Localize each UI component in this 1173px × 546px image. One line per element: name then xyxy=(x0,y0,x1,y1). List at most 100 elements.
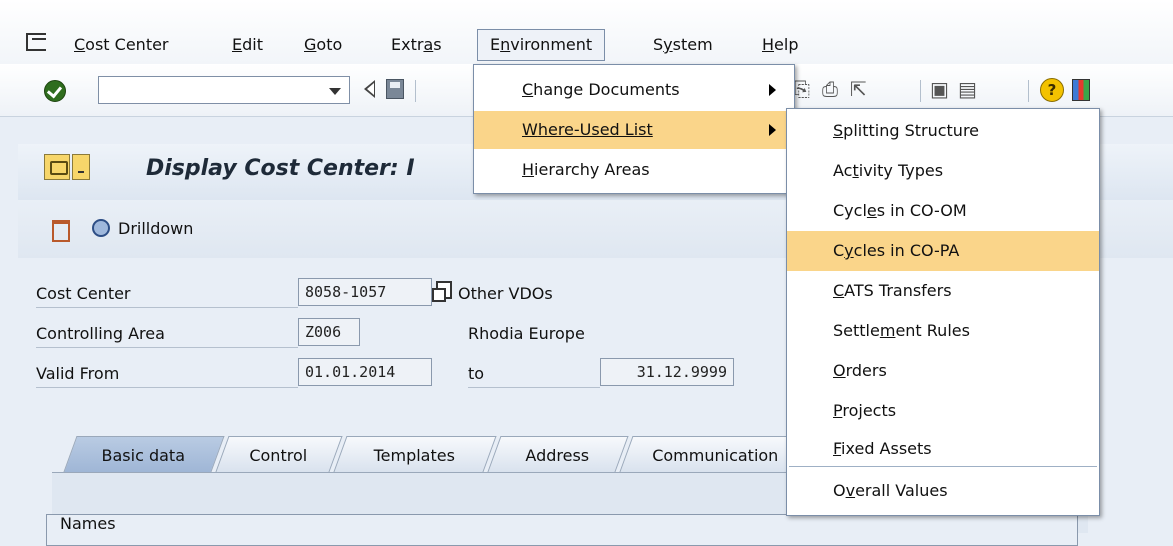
menu-label-pre: Cycl xyxy=(833,201,867,220)
menu-label-pre: E xyxy=(490,35,501,54)
shortcut-icon[interactable]: ▤ xyxy=(958,77,977,101)
menu-system[interactable]: System xyxy=(653,30,713,60)
back-icon[interactable] xyxy=(364,80,375,98)
menu-label-rest: vironment xyxy=(510,35,593,54)
tab-templates[interactable]: Templates xyxy=(333,436,497,472)
command-field[interactable] xyxy=(98,76,350,104)
tab-address[interactable]: Address xyxy=(487,436,629,472)
menu-label-rest: ivity Types xyxy=(858,161,944,180)
menu-mnemonic: y xyxy=(844,241,854,260)
submenu-item-fixed-assets[interactable]: Fixed Assets xyxy=(787,429,1099,469)
toolbar-separator xyxy=(1028,80,1029,102)
menu-label-rest: hange Documents xyxy=(533,80,680,99)
tab-communication[interactable]: Communication xyxy=(619,436,813,472)
other-cost-center-icon[interactable] xyxy=(52,220,70,242)
cost-center-field[interactable]: 8058-1057 xyxy=(298,278,432,306)
tab-basic-data[interactable]: Basic data xyxy=(63,436,225,472)
menu-label-rest: ost Center xyxy=(85,35,169,54)
submenu-item-orders[interactable]: Orders xyxy=(787,351,1099,391)
submenu-item-cycles-co-pa[interactable]: Cycles in CO-PA xyxy=(787,231,1099,271)
controlling-area-field[interactable]: Z006 xyxy=(298,318,360,346)
menu-label-rest: s xyxy=(433,35,442,54)
toolbar-separator xyxy=(920,80,921,102)
menu-mnemonic: W xyxy=(522,120,538,139)
controlling-area-description: Rhodia Europe xyxy=(468,324,585,343)
environment-dropdown: Change Documents Where-Used List Hierarc… xyxy=(473,64,795,194)
menu-item-change-documents[interactable]: Change Documents xyxy=(474,71,794,109)
submenu-item-activity-types[interactable]: Activity Types xyxy=(787,151,1099,191)
submenu-item-projects[interactable]: Projects xyxy=(787,391,1099,431)
menu-separator xyxy=(789,466,1097,467)
menu-mnemonic: H xyxy=(762,35,775,54)
menu-label-rest: ent Rules xyxy=(895,321,970,340)
menu-mnemonic: O xyxy=(833,361,846,380)
menu-icon[interactable] xyxy=(26,33,46,51)
label-underline xyxy=(36,387,298,388)
valid-from-field[interactable]: 01.01.2014 xyxy=(298,358,432,386)
valid-to-label: to xyxy=(468,364,485,383)
menu-edit[interactable]: Edit xyxy=(232,30,263,60)
menu-help[interactable]: Help xyxy=(762,30,798,60)
submenu-item-cats-transfers[interactable]: CATS Transfers xyxy=(787,271,1099,311)
menu-item-label: Projects xyxy=(833,391,896,431)
save-icon[interactable] xyxy=(386,79,404,99)
submenu-item-splitting-structure[interactable]: Splitting Structure xyxy=(787,111,1099,151)
submenu-item-settlement-rules[interactable]: Settlement Rules xyxy=(787,311,1099,351)
screen-menu-dropdown-icon[interactable] xyxy=(72,154,90,180)
menu-item-label: Fixed Assets xyxy=(833,429,932,469)
label-underline xyxy=(36,347,298,348)
menu-mnemonic: C xyxy=(522,80,534,99)
help-icon[interactable]: ? xyxy=(1040,78,1064,102)
cost-center-description: Other VDOs xyxy=(458,284,553,303)
screen-menu-icon[interactable] xyxy=(44,154,70,180)
find-icon[interactable]: ⎘ xyxy=(794,77,810,101)
menu-goto[interactable]: Goto xyxy=(304,30,342,60)
menu-mnemonic: m xyxy=(879,321,896,340)
names-group-box xyxy=(46,514,1078,546)
menu-item-label: Cycles in CO-OM xyxy=(833,191,967,231)
layout-menu-icon[interactable] xyxy=(1072,79,1090,101)
menu-item-label: Orders xyxy=(833,351,887,391)
menu-mnemonic: v xyxy=(845,481,856,500)
chevron-down-icon[interactable] xyxy=(329,88,341,95)
drilldown-button[interactable]: Drilldown xyxy=(92,216,193,242)
first-page-icon[interactable]: ⇱ xyxy=(850,77,867,101)
tab-control[interactable]: Control xyxy=(215,436,343,472)
tab-label: Basic data xyxy=(101,446,186,465)
menu-item-label: Splitting Structure xyxy=(833,111,979,151)
menu-mnemonic: y xyxy=(663,35,673,54)
menu-mnemonic: E xyxy=(232,35,243,54)
long-text-icon[interactable] xyxy=(432,281,452,302)
tab-label: Address xyxy=(525,446,590,465)
menu-item-label: CATS Transfers xyxy=(833,271,952,311)
tab-label: Templates xyxy=(373,446,455,465)
menu-item-hierarchy-areas[interactable]: Hierarchy Areas xyxy=(474,151,794,189)
menu-extras[interactable]: Extras xyxy=(391,30,442,60)
menu-label-rest: dit xyxy=(242,35,263,54)
tab-label: Communication xyxy=(652,446,779,465)
menu-mnemonic: C xyxy=(833,281,845,300)
menu-cost-center[interactable]: Cost Center xyxy=(74,30,169,60)
menu-mnemonic: C xyxy=(74,35,86,54)
find-next-icon[interactable]: ⎙ xyxy=(822,77,838,101)
menu-label-pre: Settle xyxy=(833,321,880,340)
menu-item-label: Activity Types xyxy=(833,151,943,191)
submenu-item-overall-values[interactable]: Overall Values xyxy=(787,471,1099,511)
new-session-icon[interactable]: ▣ xyxy=(930,77,949,101)
menu-item-label: Settlement Rules xyxy=(833,311,970,351)
menu-label-rest: ixed Assets xyxy=(841,439,932,458)
menu-environment[interactable]: Environment xyxy=(477,29,606,61)
drilldown-label: Drilldown xyxy=(118,219,194,238)
valid-to-field[interactable]: 31.12.9999 xyxy=(600,358,734,386)
menu-mnemonic: H xyxy=(522,160,535,179)
menu-label-rest: elp xyxy=(774,35,799,54)
names-group-title: Names xyxy=(60,514,116,533)
menu-mnemonic: G xyxy=(304,35,317,54)
enter-checkmark-icon[interactable] xyxy=(44,80,66,102)
page-title: Display Cost Center: I xyxy=(146,156,415,181)
submenu-item-cycles-co-om[interactable]: Cycles in CO-OM xyxy=(787,191,1099,231)
menu-item-label: Hierarchy Areas xyxy=(522,151,650,189)
menu-label-rest: s in CO-OM xyxy=(876,201,967,220)
tab-label: Control xyxy=(249,446,308,465)
menu-item-where-used-list[interactable]: Where-Used List xyxy=(474,111,794,149)
